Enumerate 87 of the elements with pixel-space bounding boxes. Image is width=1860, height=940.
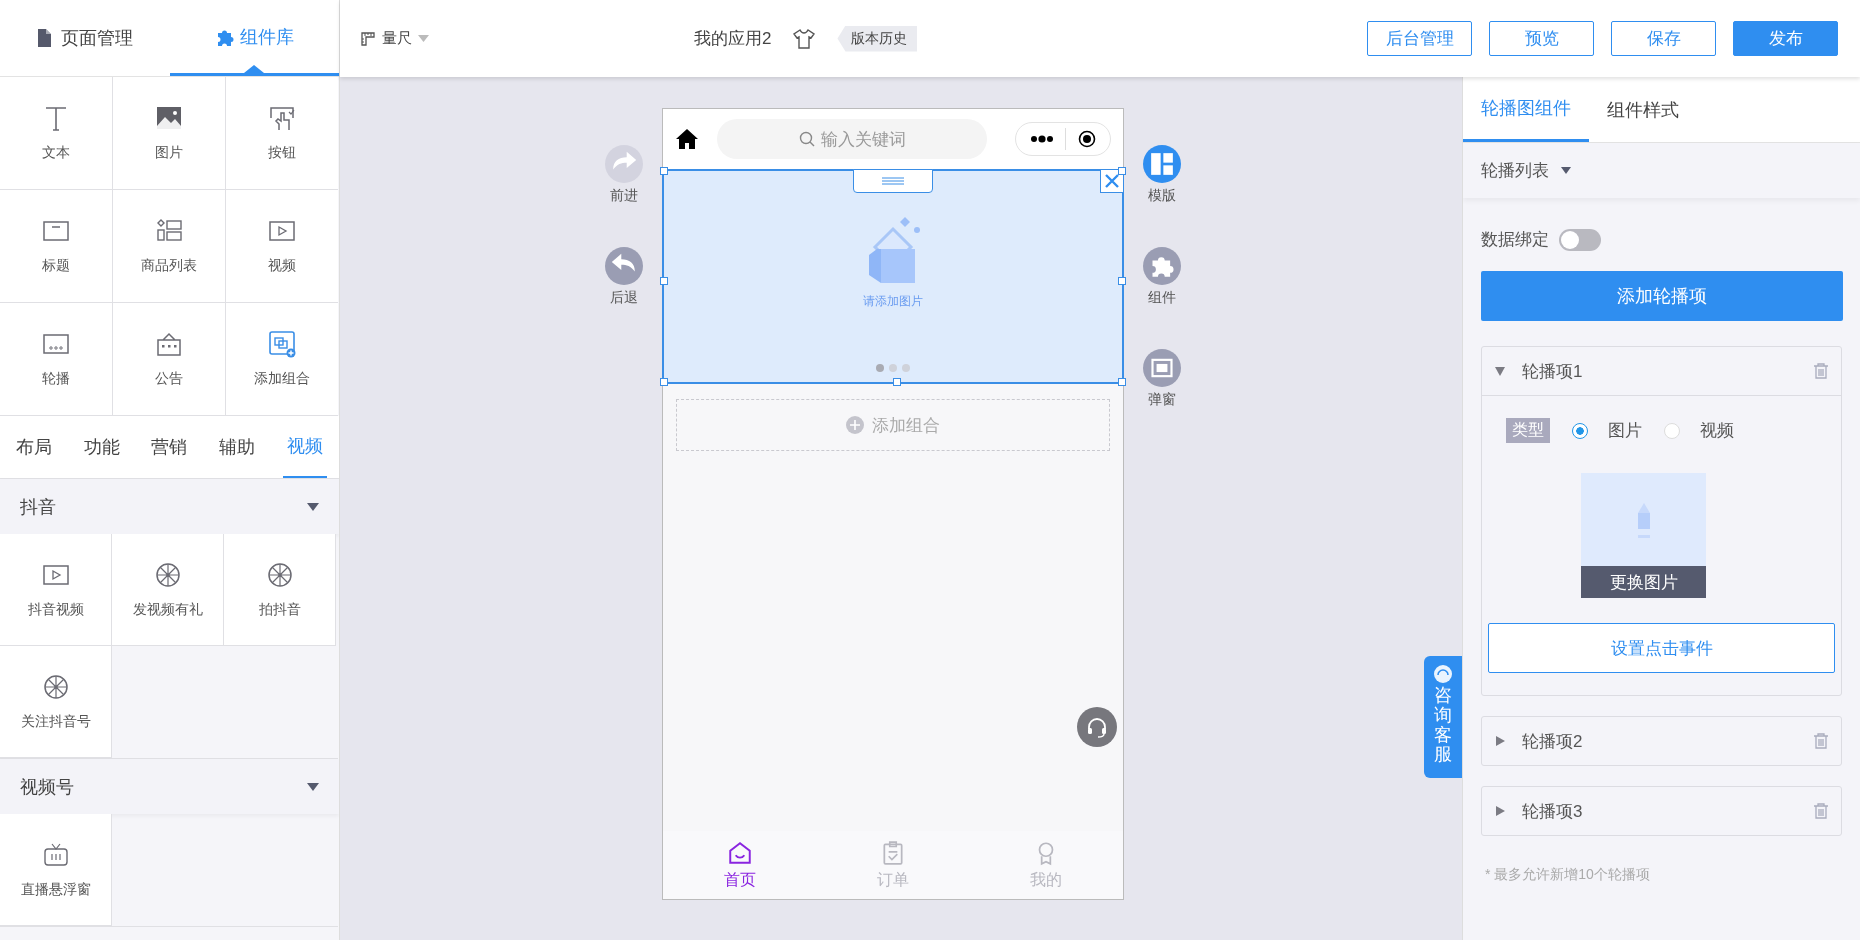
ruler-button[interactable]: 量尺 <box>360 29 429 48</box>
category-tab[interactable]: 营销 <box>147 416 192 478</box>
caret-icon <box>418 35 429 42</box>
wheel-icon <box>41 672 70 701</box>
search-icon <box>798 131 815 147</box>
wheel-icon <box>265 560 294 589</box>
field-label: 数据绑定 <box>1481 229 1549 251</box>
version-history-tag[interactable]: 版本历史 <box>837 25 918 52</box>
carousel-item-header[interactable]: 轮播项1 <box>1482 347 1841 396</box>
group-header[interactable]: 抖音 <box>0 479 339 534</box>
type-tag: 类型 <box>1506 418 1550 443</box>
trash-icon <box>1813 733 1829 749</box>
home-icon <box>675 127 699 151</box>
category-tab[interactable]: 功能 <box>79 416 124 478</box>
notice-board-icon <box>155 330 183 358</box>
radio-option[interactable]: 视频 <box>1664 419 1734 442</box>
component-tile[interactable]: 图片 <box>113 77 225 189</box>
category-tab[interactable]: 辅助 <box>215 416 260 478</box>
carousel-item-header[interactable]: 轮播项2 <box>1482 717 1841 765</box>
component-tile[interactable]: 公告 <box>113 303 225 415</box>
drag-handle[interactable] <box>853 169 933 193</box>
toolbar-button[interactable]: 后台管理 <box>1367 21 1472 56</box>
close-button[interactable] <box>1100 169 1124 193</box>
resize-handle[interactable] <box>660 276 668 285</box>
component-tile[interactable]: 文本 <box>0 77 112 189</box>
triangle-icon <box>1494 805 1506 817</box>
triangle-icon <box>1494 365 1506 377</box>
resize-handle[interactable] <box>1118 378 1126 386</box>
category-tab[interactable]: 布局 <box>11 416 56 478</box>
side-button[interactable]: 组件 <box>1143 247 1181 307</box>
hand-pointer-icon <box>268 104 296 132</box>
menu-lines-icon <box>882 177 904 185</box>
ruler-icon <box>360 30 376 47</box>
carousel-hint: 请添加图片 <box>863 293 923 310</box>
headset-button[interactable] <box>1077 707 1117 747</box>
close-icon <box>1104 173 1120 189</box>
toolbar-button[interactable]: 预览 <box>1489 21 1594 56</box>
trash-icon <box>1813 363 1829 379</box>
component-tile[interactable]: 发视频有礼 <box>112 534 224 646</box>
resize-handle[interactable] <box>1118 276 1126 285</box>
toggle-switch[interactable] <box>1559 228 1601 251</box>
component-tile[interactable]: 轮播 <box>0 303 112 415</box>
component-tile[interactable]: 按钮 <box>226 77 338 189</box>
nav-tab[interactable]: 首页 <box>663 831 817 899</box>
component-tile[interactable]: 添加组合 <box>226 303 338 415</box>
resize-handle[interactable] <box>660 167 668 175</box>
smile-house-icon <box>726 839 753 866</box>
component-tile[interactable]: 抖音视频 <box>0 534 112 646</box>
shirt-icon <box>793 28 816 49</box>
triangle-icon <box>1494 735 1506 747</box>
image-thumbnail[interactable]: 更换图片 <box>1581 473 1706 598</box>
add-group-icon <box>268 330 296 358</box>
component-tile[interactable]: 直播悬浮窗 <box>0 814 112 926</box>
plus-circle-icon <box>846 416 864 434</box>
wheel-icon <box>153 560 182 589</box>
side-button[interactable]: 模版 <box>1143 145 1181 205</box>
resize-handle[interactable] <box>1118 167 1126 175</box>
side-button[interactable]: 弹窗 <box>1143 349 1181 409</box>
component-tile[interactable]: 拍抖音 <box>224 534 336 646</box>
component-tile[interactable]: 视频 <box>226 190 338 302</box>
resize-handle[interactable] <box>660 378 668 386</box>
trash-icon <box>1813 803 1829 819</box>
section-header[interactable]: 轮播列表 <box>1463 143 1860 198</box>
panel-tab[interactable]: 组件样式 <box>1589 77 1697 142</box>
panel-tab[interactable]: 页面管理 <box>0 0 170 76</box>
carousel-item-header[interactable]: 轮播项3 <box>1482 787 1841 835</box>
clipboard-check-icon <box>880 839 906 866</box>
puzzle-icon <box>1143 247 1181 285</box>
image-icon <box>155 104 183 132</box>
replace-image-label[interactable]: 更换图片 <box>1581 566 1706 598</box>
app-title: 我的应用2 <box>694 28 772 50</box>
caret-icon <box>307 782 319 791</box>
caret-icon <box>1561 167 1571 174</box>
side-button[interactable]: 后退 <box>605 247 643 307</box>
toolbar-button[interactable]: 保存 <box>1611 21 1716 56</box>
popup-window-icon <box>1143 349 1181 387</box>
group-header[interactable]: 视频号 <box>0 759 339 814</box>
layout-grid-icon <box>1143 145 1181 183</box>
component-tile[interactable]: 商品列表 <box>113 190 225 302</box>
limit-note: * 最多允许新增10个轮播项 <box>1485 866 1651 884</box>
caret-icon <box>307 502 319 511</box>
record-icon <box>1078 130 1097 148</box>
component-tile[interactable]: 标题 <box>0 190 112 302</box>
resize-handle[interactable] <box>893 378 901 386</box>
radio-option[interactable]: 图片 <box>1572 419 1642 442</box>
more-dots-icon <box>1029 135 1054 143</box>
component-tile[interactable]: 关注抖音号 <box>0 646 112 758</box>
